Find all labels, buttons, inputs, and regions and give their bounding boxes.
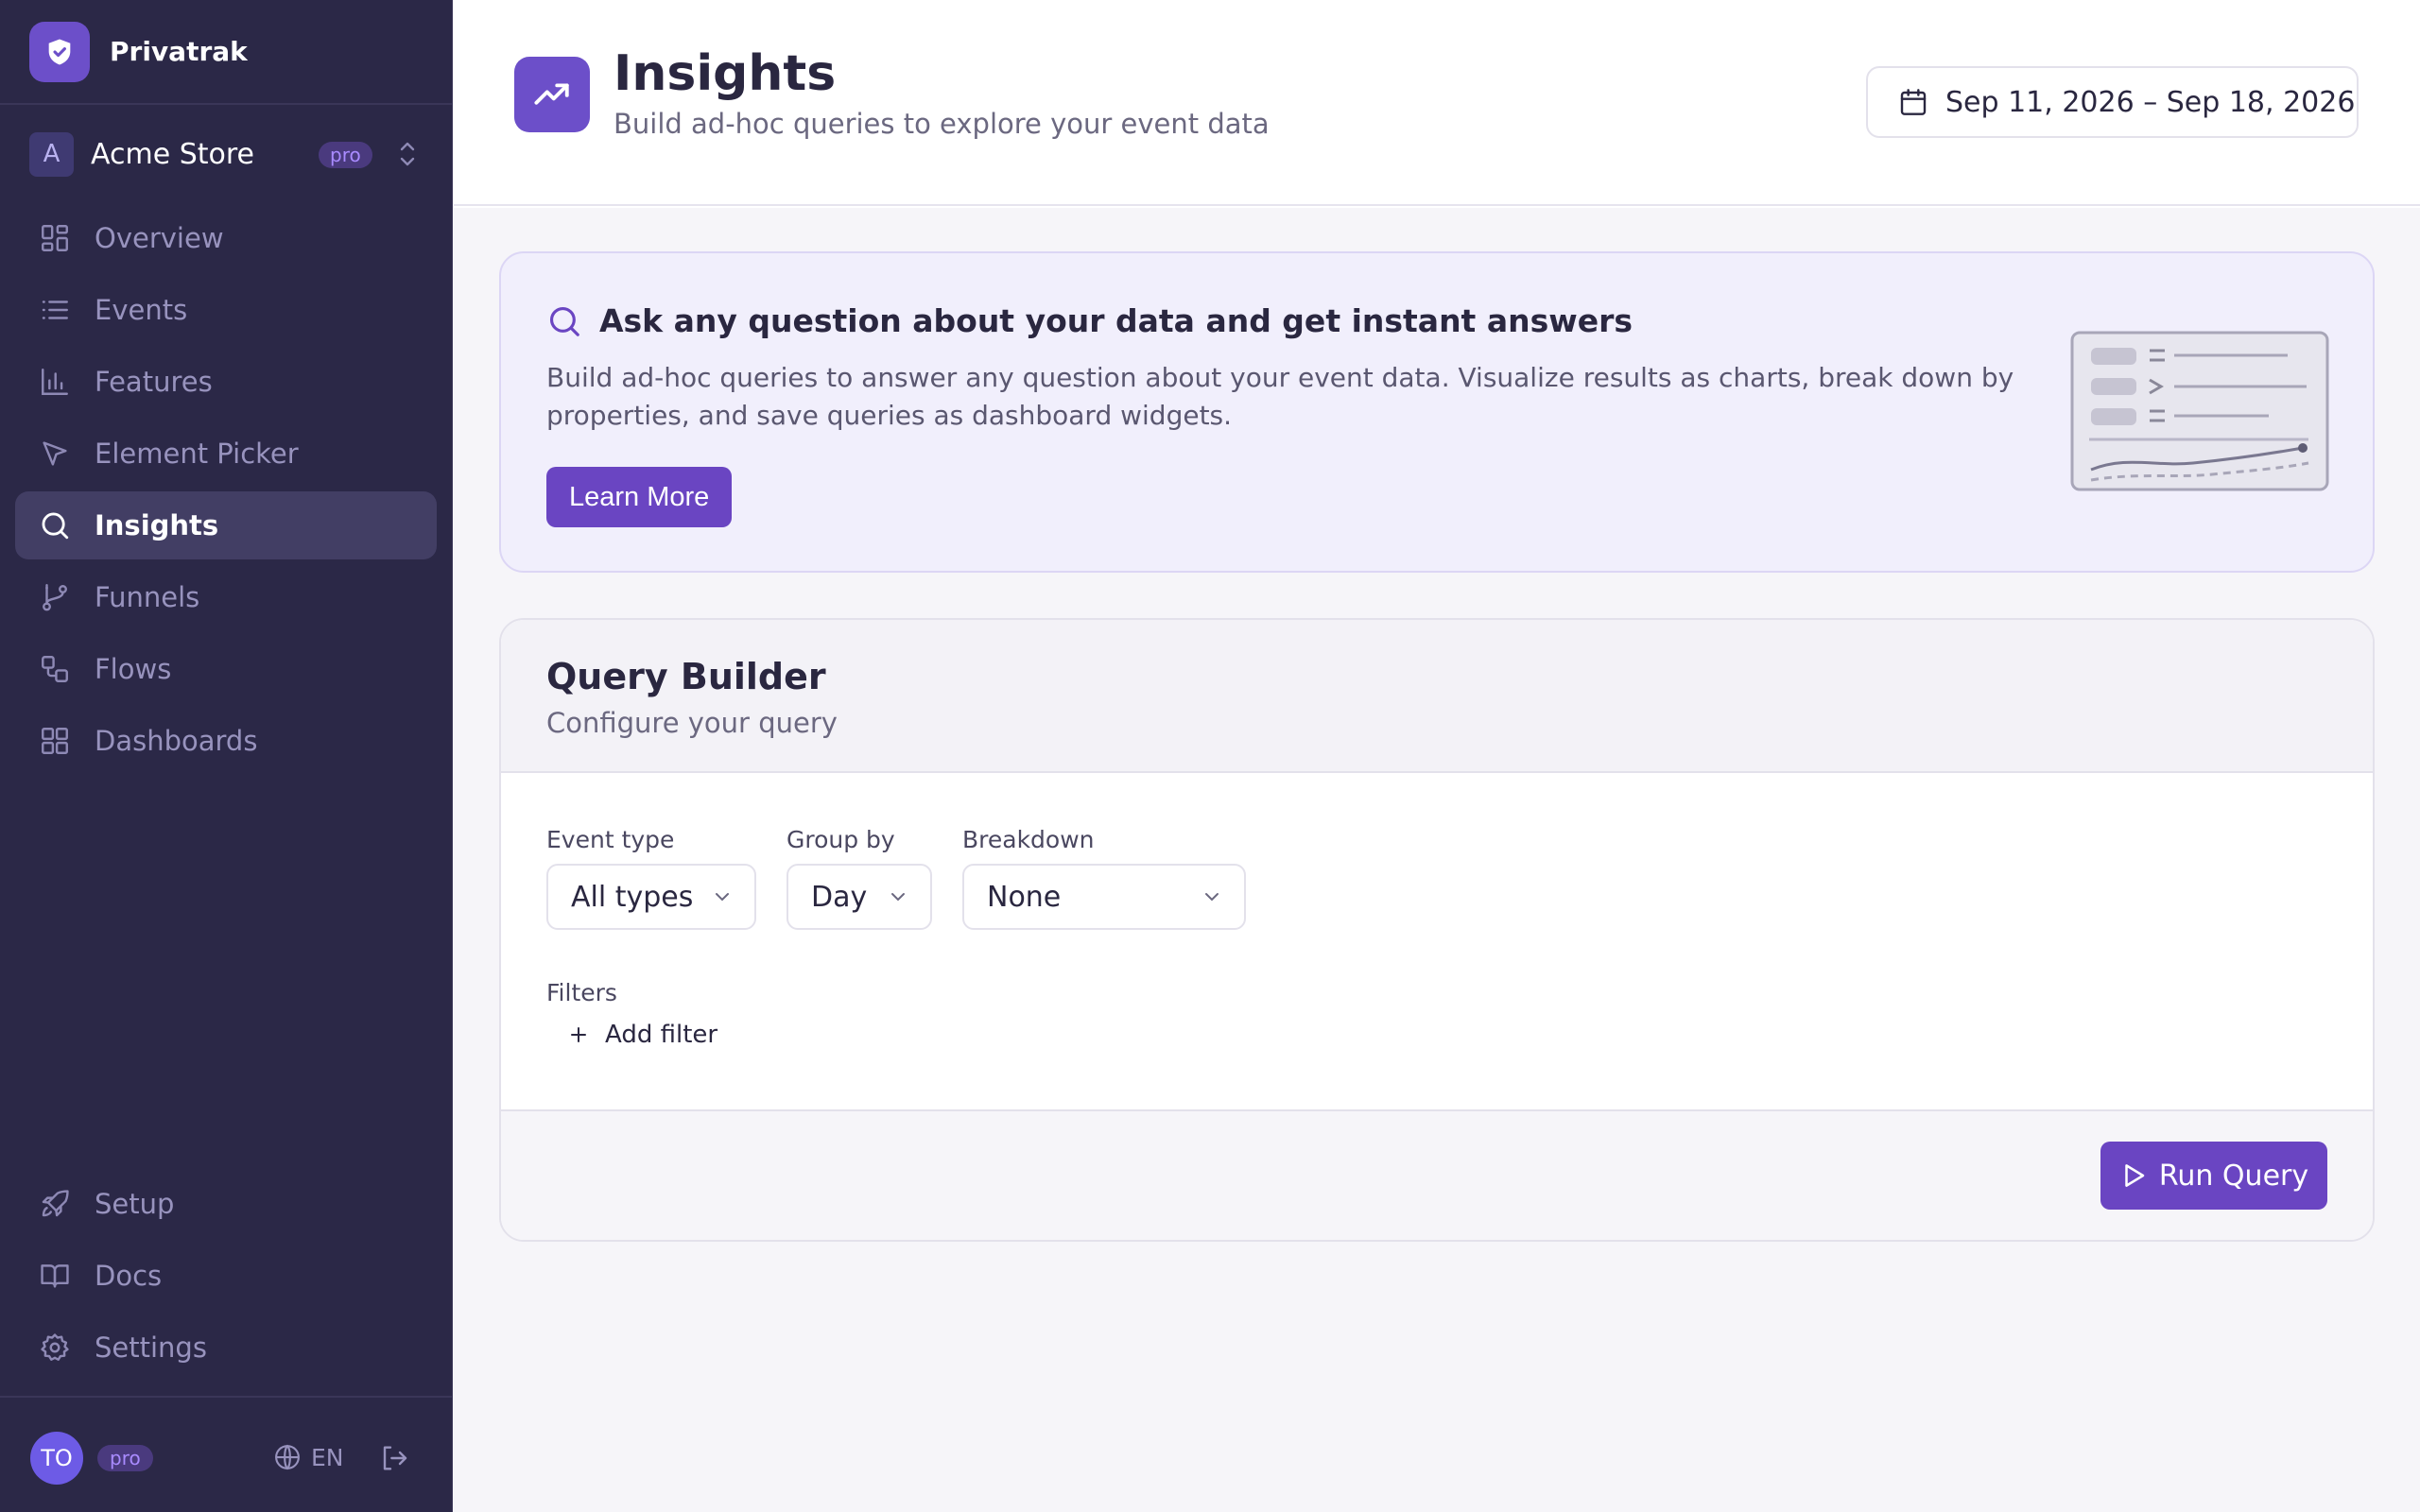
plus-icon <box>571 1027 586 1042</box>
insights-intro-card: Ask any question about your data and get… <box>499 251 2375 573</box>
breakdown-label: Breakdown <box>962 826 1095 853</box>
git-branch-icon <box>38 580 72 614</box>
grid-layout-icon <box>38 221 72 255</box>
logout-icon[interactable] <box>379 1443 409 1477</box>
sidebar-item-events[interactable]: Events <box>15 276 437 344</box>
sidebar-item-funnels[interactable]: Funnels <box>15 563 437 631</box>
learn-more-button[interactable]: Learn More <box>546 467 733 527</box>
sidebar-item-label: Setup <box>95 1188 175 1220</box>
book-icon <box>38 1259 72 1293</box>
sidebar-item-label: Insights <box>95 509 219 541</box>
sidebar-item-setup[interactable]: Setup <box>15 1170 437 1238</box>
trending-up-icon <box>514 57 590 132</box>
chevron-down-icon <box>1205 893 1219 902</box>
hero-description: Build ad-hoc queries to answer any quest… <box>546 362 2014 431</box>
add-filter-button[interactable]: Add filter <box>567 1021 717 1049</box>
event-type-value: All types <box>571 880 694 914</box>
run-query-label: Run Query <box>2158 1159 2309 1193</box>
chevron-down-icon <box>716 893 729 902</box>
chevron-down-icon <box>891 893 905 902</box>
sidebar-item-label: Element Picker <box>95 438 299 470</box>
workflow-icon <box>38 652 72 686</box>
dashboard-grid-icon <box>38 724 72 758</box>
sidebar: Privatrak A Acme Store pro Overview Even… <box>0 0 453 1512</box>
event-type-select[interactable]: All types <box>546 864 756 930</box>
query-builder-subtitle: Configure your query <box>546 707 838 739</box>
sidebar-item-docs[interactable]: Docs <box>15 1242 437 1310</box>
sidebar-item-label: Dashboards <box>95 725 258 757</box>
query-builder-card: Query Builder Configure your query Event… <box>499 618 2375 1242</box>
breakdown-value: None <box>987 880 1062 914</box>
date-range-picker[interactable]: Sep 11, 2026 – Sep 18, 2026 <box>1866 66 2359 138</box>
sidebar-item-label: Docs <box>95 1260 163 1292</box>
query-builder-header: Query Builder Configure your query <box>501 620 2373 773</box>
hero-title-row: Ask any question about your data and get… <box>546 302 1633 339</box>
workspace-switcher[interactable]: A Acme Store pro <box>29 130 424 178</box>
sidebar-item-label: Flows <box>95 653 172 685</box>
sidebar-item-label: Overview <box>95 222 224 254</box>
play-icon <box>2125 1164 2145 1187</box>
sidebar-footer: TO pro EN <box>0 1396 453 1512</box>
run-query-button[interactable]: Run Query <box>2100 1142 2327 1210</box>
query-builder-title: Query Builder <box>546 656 826 697</box>
avatar[interactable]: TO <box>30 1432 83 1485</box>
page-subtitle: Build ad-hoc queries to explore your eve… <box>614 108 1270 140</box>
globe-icon <box>275 1444 300 1470</box>
sidebar-item-overview[interactable]: Overview <box>15 204 437 272</box>
list-icon <box>38 293 72 327</box>
shield-logo-icon <box>29 21 90 82</box>
language-switcher[interactable]: EN <box>273 1443 344 1471</box>
sidebar-item-features[interactable]: Features <box>15 348 437 416</box>
sidebar-item-label: Funnels <box>95 581 200 613</box>
query-illustration <box>2070 331 2331 495</box>
search-icon <box>38 508 72 542</box>
workspace-name: Acme Store <box>91 137 254 171</box>
workspace-avatar: A <box>29 131 74 177</box>
sidebar-item-insights[interactable]: Insights <box>15 491 437 559</box>
cursor-pointer-icon <box>38 437 72 471</box>
user-plan-badge: pro <box>97 1445 153 1471</box>
sidebar-item-label: Features <box>95 366 213 398</box>
sidebar-item-dashboards[interactable]: Dashboards <box>15 707 437 775</box>
gear-icon <box>38 1331 72 1365</box>
event-type-label: Event type <box>546 826 675 853</box>
sidebar-item-element-picker[interactable]: Element Picker <box>15 420 437 488</box>
sidebar-item-flows[interactable]: Flows <box>15 635 437 703</box>
calendar-icon <box>1900 89 1927 115</box>
brand[interactable]: Privatrak <box>0 0 453 105</box>
rocket-icon <box>38 1187 72 1221</box>
group-by-select[interactable]: Day <box>786 864 932 930</box>
bar-chart-icon <box>38 365 72 399</box>
page-title: Insights <box>614 45 837 102</box>
main-content: Ask any question about your data and get… <box>454 208 2420 1512</box>
sidebar-item-label: Events <box>95 294 188 326</box>
add-filter-label: Add filter <box>605 1021 718 1049</box>
app-name: Privatrak <box>110 36 248 67</box>
filters-label: Filters <box>546 979 617 1006</box>
hero-title: Ask any question about your data and get… <box>599 302 1634 339</box>
sidebar-item-label: Settings <box>95 1332 207 1364</box>
search-icon <box>549 306 579 336</box>
sidebar-item-settings[interactable]: Settings <box>15 1314 437 1382</box>
chevrons-up-down-icon <box>396 138 419 174</box>
group-by-label: Group by <box>786 826 895 853</box>
language-label: EN <box>311 1443 344 1471</box>
group-by-value: Day <box>811 880 868 914</box>
breakdown-select[interactable]: None <box>962 864 1246 930</box>
date-range-label: Sep 11, 2026 – Sep 18, 2026 <box>1945 85 2356 119</box>
page-header: Insights Build ad-hoc queries to explore… <box>454 0 2420 206</box>
workspace-plan-badge: pro <box>319 142 372 168</box>
query-builder-footer: Run Query <box>501 1109 2373 1240</box>
